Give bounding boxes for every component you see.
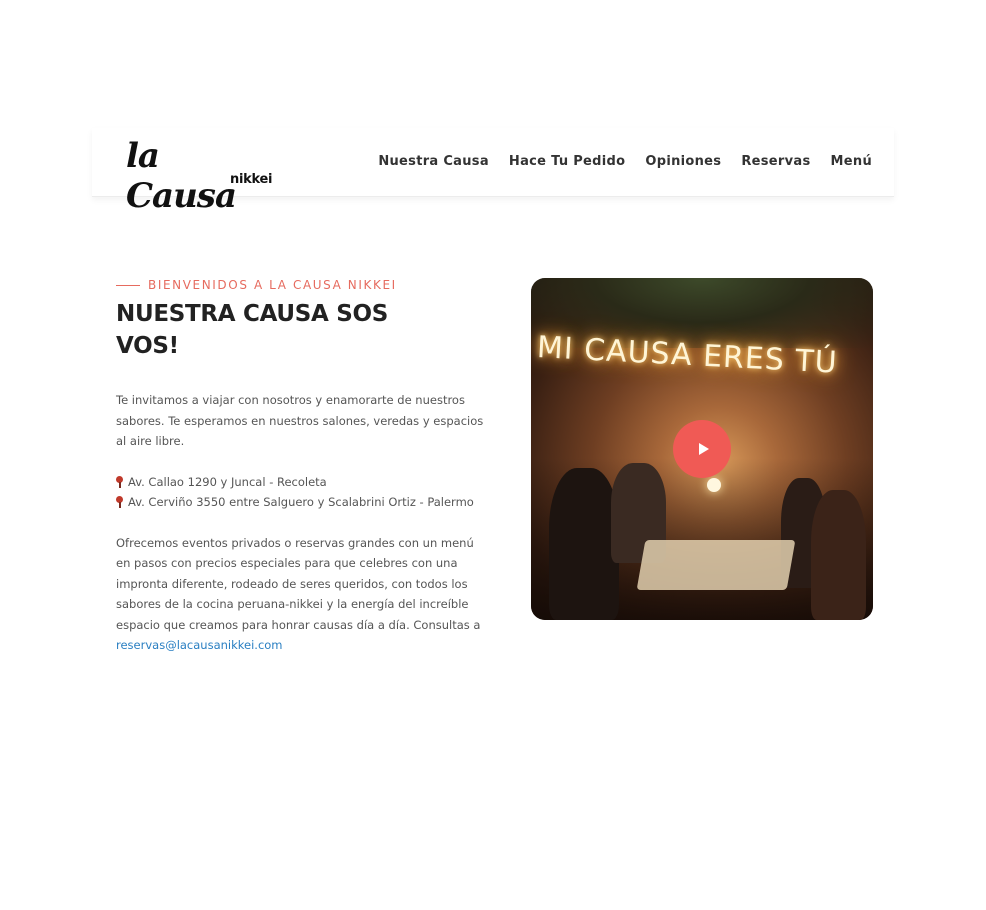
hero-title: NUESTRA CAUSA SOS VOS!	[116, 301, 389, 359]
hero-text: BIENVENIDOS A LA CAUSA NIKKEI NUESTRA CA…	[116, 278, 488, 667]
eyebrow-line	[116, 284, 140, 286]
address-list: Av. Callao 1290 y Juncal - Recoleta Av. …	[116, 472, 488, 513]
reservations-email-link[interactable]: reservas@lacausanikkei.com	[116, 638, 283, 652]
play-button[interactable]	[673, 420, 731, 478]
events-text: Ofrecemos eventos privados o reservas gr…	[116, 535, 481, 632]
diner-silhouette	[549, 468, 619, 620]
events-paragraph: Ofrecemos eventos privados o reservas gr…	[116, 533, 488, 656]
main-nav: Nuestra Causa Hace Tu Pedido Opiniones R…	[378, 154, 872, 169]
address-item: Av. Cerviño 3550 entre Salguero y Scalab…	[116, 492, 488, 513]
logo-sub-text: nikkei	[230, 172, 273, 187]
location-pin-icon	[116, 496, 123, 509]
dining-table	[636, 540, 796, 590]
nav-opiniones[interactable]: Opiniones	[645, 154, 721, 169]
address-item: Av. Callao 1290 y Juncal - Recoleta	[116, 472, 488, 493]
intro-paragraph: Te invitamos a viajar con nosotros y ena…	[116, 393, 484, 448]
address-text: Av. Callao 1290 y Juncal - Recoleta	[128, 474, 327, 489]
nav-hace-tu-pedido[interactable]: Hace Tu Pedido	[509, 154, 625, 169]
address-text: Av. Cerviño 3550 entre Salguero y Scalab…	[128, 495, 474, 509]
eyebrow-text: BIENVENIDOS A LA CAUSA NIKKEI	[148, 278, 397, 292]
nav-nuestra-causa[interactable]: Nuestra Causa	[378, 154, 489, 169]
video-thumbnail[interactable]: MI CAUSA ERES TÚ	[531, 278, 873, 620]
play-icon	[698, 443, 709, 455]
eyebrow: BIENVENIDOS A LA CAUSA NIKKEI	[116, 278, 488, 292]
location-pin-icon	[116, 475, 123, 488]
nav-reservas[interactable]: Reservas	[741, 154, 810, 169]
lamp-light	[707, 478, 721, 492]
site-header: la Causa nikkei Nuestra Causa Hace Tu Pe…	[92, 128, 894, 216]
nav-menu[interactable]: Menú	[831, 154, 872, 169]
site-logo[interactable]: la Causa nikkei	[126, 136, 276, 216]
diner-silhouette	[811, 490, 866, 620]
